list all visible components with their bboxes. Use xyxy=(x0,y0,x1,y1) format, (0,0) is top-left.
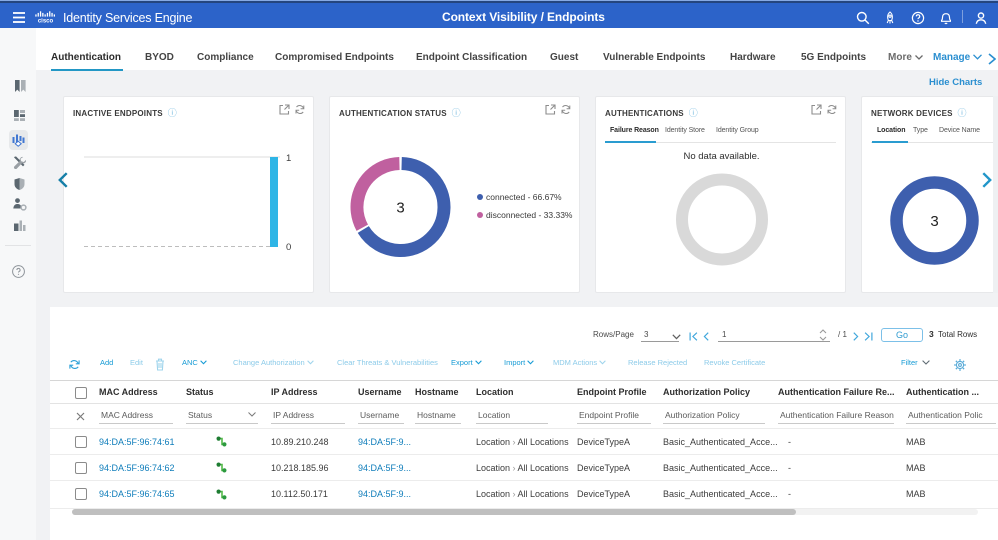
svg-text:disconnected - 33.33%: disconnected - 33.33% xyxy=(486,210,573,220)
svg-text:0: 0 xyxy=(286,242,291,253)
svg-text:1: 1 xyxy=(286,153,291,164)
svg-text:3: 3 xyxy=(396,200,404,217)
svg-text:connected - 66.67%: connected - 66.67% xyxy=(486,192,562,202)
svg-text:3: 3 xyxy=(930,213,938,230)
svg-text:cisco: cisco xyxy=(38,19,54,24)
